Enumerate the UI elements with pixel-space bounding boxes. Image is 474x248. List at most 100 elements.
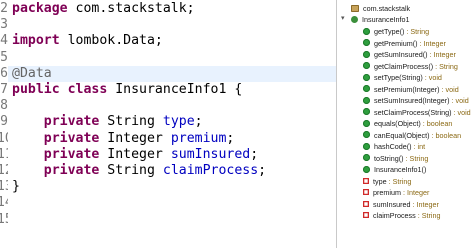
member-name: setSumInsured(Integer): [374, 96, 450, 105]
outline-view[interactable]: com.stackstalk ▾ InsuranceInfo1 getType(…: [337, 0, 474, 248]
method-icon: [363, 27, 370, 35]
code-token: lombok.Data;: [59, 33, 163, 49]
outline-method-node[interactable]: hashCode() : int: [363, 141, 425, 152]
method-icon: [363, 142, 370, 150]
keyword-token: class: [67, 82, 108, 97]
method-icon: [363, 50, 370, 58]
collapse-toggle-icon[interactable]: ▾: [341, 15, 347, 22]
line-number: 8: [0, 98, 8, 114]
member-type: : void: [449, 96, 469, 105]
member-name: getType(): [374, 27, 405, 36]
field-token: type: [162, 114, 195, 130]
annotation-token: @Data: [12, 65, 52, 81]
field-icon: [363, 200, 369, 207]
outline-method-node[interactable]: equals(Object) : boolean: [363, 118, 452, 129]
keyword-token: private: [43, 146, 100, 162]
code-token: ;: [250, 146, 259, 162]
code-token: Integer: [99, 146, 171, 162]
outline-package-node[interactable]: com.stackstalk: [351, 3, 410, 14]
code-line[interactable]: private Integer sumInsured;: [12, 147, 258, 163]
code-line[interactable]: public class InsuranceInfo1 {: [12, 82, 242, 98]
member-name: equals(Object): [374, 119, 421, 128]
code-token: }: [12, 179, 20, 195]
outline-method-node[interactable]: getPremium() : Integer: [363, 38, 446, 49]
keyword-token: public: [12, 82, 60, 97]
line-number-gutter: 23456789101112131415: [0, 0, 8, 248]
field-token: sumInsured: [170, 146, 251, 162]
field-icon: [363, 189, 369, 196]
line-number: 11: [0, 146, 8, 162]
keyword-token: package: [12, 1, 68, 16]
member-type: : String: [415, 211, 441, 220]
member-type: : String: [386, 176, 412, 186]
member-name: claimProcess: [373, 211, 416, 220]
code-token: ;: [258, 163, 267, 178]
outline-field-node[interactable]: type : String: [363, 176, 411, 187]
field-icon: [363, 177, 369, 184]
field-token: premium: [170, 130, 227, 146]
method-icon: [363, 85, 370, 93]
line-number: 9: [0, 114, 8, 130]
outline-field-node[interactable]: claimProcess : String: [363, 210, 441, 221]
member-type: : int: [411, 142, 426, 151]
member-type: : Integer: [417, 38, 446, 48]
line-number: 10: [0, 130, 8, 146]
member-type: : void: [439, 84, 459, 94]
code-line[interactable]: package com.stackstalk;: [12, 1, 195, 17]
code-token: String: [99, 163, 163, 178]
outline-class-node[interactable]: InsuranceInfo1: [351, 14, 410, 25]
outline-method-node[interactable]: setPremium(Integer) : void: [363, 84, 459, 95]
method-icon: [363, 131, 370, 139]
line-number: 5: [0, 49, 8, 65]
member-name: hashCode(): [374, 142, 412, 151]
keyword-token: private: [43, 130, 100, 146]
member-type: : Integer: [410, 199, 439, 209]
outline-method-node[interactable]: setSumInsured(Integer) : void: [363, 95, 469, 106]
member-name: premium: [373, 188, 401, 197]
member-name: setClaimProcess(String): [374, 107, 452, 117]
field-icon: [363, 212, 369, 219]
code-line[interactable]: private Integer premium;: [12, 130, 235, 147]
member-type: : String: [433, 61, 458, 71]
outline-method-node[interactable]: getClaimProcess() : String: [363, 61, 458, 72]
method-icon: [363, 73, 370, 81]
member-type: : boolean: [420, 119, 453, 128]
outline-class-label: InsuranceInfo1: [362, 15, 410, 24]
member-name: canEqual(Object): [374, 130, 430, 140]
method-icon: [363, 154, 370, 162]
outline-method-node[interactable]: getSumInsured() : Integer: [363, 49, 456, 60]
member-type: : void: [451, 107, 471, 117]
method-icon: [363, 96, 370, 104]
outline-method-node[interactable]: toString() : String: [363, 153, 428, 164]
member-name: getPremium(): [374, 38, 418, 48]
member-type: : Integer: [427, 50, 456, 59]
outline-method-node[interactable]: InsuranceInfo1(): [363, 164, 426, 175]
member-name: toString(): [374, 153, 404, 163]
outline-method-node[interactable]: setClaimProcess(String) : void: [363, 107, 471, 118]
keyword-token: private: [43, 163, 100, 178]
method-icon: [363, 62, 370, 70]
code-editor[interactable]: 23456789101112131415 package com.stackst…: [0, 0, 336, 248]
outline-method-node[interactable]: setType(String) : void: [363, 72, 442, 83]
code-line[interactable]: import lombok.Data;: [12, 33, 163, 49]
code-line[interactable]: @Data: [8, 65, 336, 82]
method-icon: [363, 108, 370, 116]
code-line[interactable]: private String type;: [12, 114, 203, 130]
member-name: InsuranceInfo1(): [374, 165, 427, 174]
line-number: 13: [0, 179, 8, 195]
member-name: sumInsured: [373, 199, 411, 209]
line-number: 14: [0, 195, 8, 211]
outline-method-node[interactable]: canEqual(Object) : boolean: [363, 130, 461, 141]
outline-method-node[interactable]: getType() : String: [363, 26, 429, 37]
line-number: 4: [0, 33, 8, 49]
outline-package-label: com.stackstalk: [363, 4, 411, 13]
line-number: 12: [0, 163, 8, 178]
member-name: setType(String): [374, 73, 423, 82]
outline-field-node[interactable]: sumInsured : Integer: [363, 199, 439, 210]
code-line[interactable]: }: [12, 179, 20, 195]
code-line[interactable]: private String claimProcess;: [12, 163, 266, 179]
outline-field-node[interactable]: premium : Integer: [363, 187, 429, 198]
